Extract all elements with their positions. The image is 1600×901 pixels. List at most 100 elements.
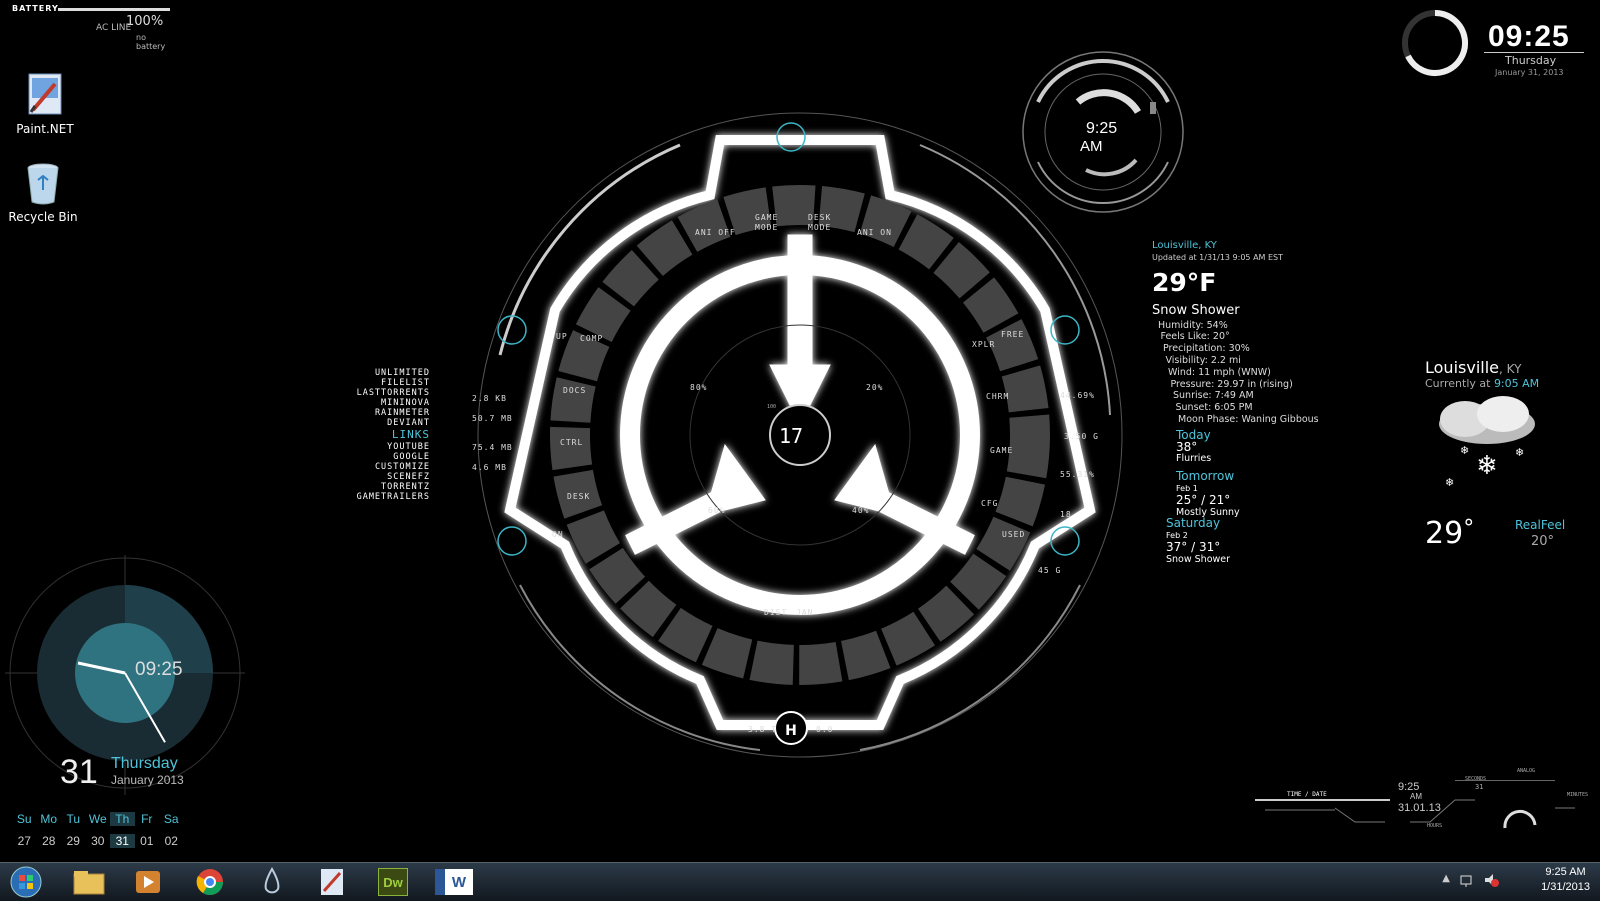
link-unlimited[interactable]: UNLIMITED xyxy=(357,368,430,378)
lou-deg: ° xyxy=(1463,516,1475,541)
today-cond: Flurries xyxy=(1176,453,1212,465)
chrm-button[interactable] xyxy=(982,387,1022,409)
svg-text:UP: UP xyxy=(556,332,568,341)
calendar-day[interactable]: 02 xyxy=(159,834,184,848)
clock-date: January 31, 2013 xyxy=(1495,68,1564,77)
dreamweaver-icon[interactable]: Dw xyxy=(371,866,415,898)
svg-text:0.0: 0.0 xyxy=(816,725,833,734)
link-deviant[interactable]: DEVIANT xyxy=(357,418,430,428)
ctrl-button[interactable] xyxy=(555,433,595,455)
analog-month-year: January 2013 xyxy=(111,773,184,787)
td-minutes: MINUTES xyxy=(1567,792,1589,798)
calendar-day[interactable]: 27 xyxy=(12,834,37,848)
game-button[interactable] xyxy=(986,441,1026,463)
word-icon[interactable]: W xyxy=(432,866,476,898)
lou-state: , KY xyxy=(1499,362,1522,376)
link-google[interactable]: GOOGLE xyxy=(357,452,430,462)
calendar-day[interactable]: 01 xyxy=(135,834,160,848)
saturday-cond: Snow Shower xyxy=(1166,553,1231,565)
comp-button[interactable] xyxy=(575,327,615,349)
link-filelist[interactable]: FILELIST xyxy=(357,378,430,388)
svg-text:75.4 MB: 75.4 MB xyxy=(472,443,513,452)
link-mininova[interactable]: MININOVA xyxy=(357,398,430,408)
svg-text:17: 17 xyxy=(779,424,803,448)
xplr-button[interactable] xyxy=(968,335,1008,357)
svg-text:44.69%: 44.69% xyxy=(1060,391,1095,400)
desktop-icon-recycle-bin[interactable]: Recycle Bin xyxy=(3,160,83,224)
link-lasttorrents[interactable]: LASTTORRENTS xyxy=(357,388,430,398)
svg-text:40%: 40% xyxy=(852,506,869,515)
td-date: 31.01.13 xyxy=(1398,802,1441,814)
clock-day: Thursday xyxy=(1505,54,1557,67)
weather-condition: Snow Shower xyxy=(1152,302,1240,318)
weather-row: Wind: 11 mph (WNW) xyxy=(1168,366,1271,378)
rainmeter-icon[interactable] xyxy=(250,866,294,898)
today-label: Today xyxy=(1176,427,1211,442)
ani-on-button[interactable] xyxy=(852,220,900,242)
hud-launcher: ANI OFF GAME MODE DESK MODE ANI ON UP COMP… xyxy=(460,85,1140,785)
svg-text:JAN: JAN xyxy=(796,608,813,617)
explorer-icon[interactable] xyxy=(67,866,111,898)
realfeel-label: RealFeel xyxy=(1515,518,1566,532)
top-right-clock: 09:25 Thursday January 31, 2013 xyxy=(1400,8,1590,83)
calendar-day[interactable]: 29 xyxy=(61,834,86,848)
analog-clock-time: 09:25 xyxy=(135,659,183,680)
calendar-day[interactable]: 30 xyxy=(86,834,111,848)
desktop-icon-paintnet[interactable]: Paint.NET xyxy=(5,72,85,136)
weather-row: Feels Like: 20° xyxy=(1160,331,1230,343)
td-sec-val: 31 xyxy=(1475,783,1484,791)
lou-currently-time: 9:05 AM xyxy=(1493,377,1540,390)
link-rainmeter[interactable]: RAINMETER xyxy=(357,408,430,418)
ani-off-button[interactable] xyxy=(688,220,736,242)
weather-row: Precipitation: 30% xyxy=(1163,343,1250,355)
calendar-header: We xyxy=(88,812,107,826)
calendar-day[interactable]: 31 xyxy=(110,834,135,848)
cfg-button[interactable] xyxy=(976,494,1016,516)
link-gametrailers[interactable]: GAMETRAILERS xyxy=(357,492,430,502)
battery-bar xyxy=(58,8,170,11)
svg-text:100: 100 xyxy=(767,404,776,410)
calendar-header: Sa xyxy=(163,812,179,826)
weather-row: Pressure: 29.97 in (rising) xyxy=(1170,378,1293,390)
time-date-label: TIME / DATE xyxy=(1287,791,1327,798)
tray-clock[interactable]: 9:25 AM 1/31/2013 xyxy=(1541,865,1590,895)
tomorrow-temp: 25° / 21° xyxy=(1176,492,1231,507)
analog-day-name: Thursday xyxy=(111,755,178,772)
analog-day-num: 31 xyxy=(60,753,98,791)
game-mode-button[interactable] xyxy=(750,207,794,237)
svg-text:18: 18 xyxy=(1060,510,1072,519)
media-player-icon[interactable] xyxy=(126,866,170,898)
recycle-bin-icon xyxy=(23,160,63,206)
calendar-header: Fr xyxy=(141,812,153,826)
docs-button[interactable] xyxy=(558,381,598,403)
weather-row: Visibility: 2.2 mi xyxy=(1165,354,1241,366)
link-torrentz[interactable]: TORRENTZ xyxy=(357,482,430,492)
link-customize[interactable]: CUSTOMIZE xyxy=(357,462,430,472)
tomorrow-label: Tomorrow xyxy=(1176,469,1235,484)
links-list: UNLIMITED FILELIST LASTTORRENTS MININOVA RAI… xyxy=(357,368,430,502)
calendar-header: Tu xyxy=(66,812,81,826)
tray-expand-icon[interactable]: ▲ xyxy=(1442,873,1450,884)
link-youtube[interactable]: YOUTUBE xyxy=(357,442,430,452)
td-hours: HOURS xyxy=(1427,823,1443,829)
battery-status: no battery xyxy=(136,33,166,51)
paintnet-icon[interactable] xyxy=(310,866,354,898)
volume-muted-icon[interactable] xyxy=(1483,872,1499,892)
svg-text:2.8 KB: 2.8 KB xyxy=(472,394,507,403)
lou-temp: 29 xyxy=(1425,516,1464,551)
tray-date: 1/31/2013 xyxy=(1541,881,1590,893)
td-seconds: SECONDS xyxy=(1465,776,1487,782)
svg-text:50.7 MB: 50.7 MB xyxy=(472,414,513,423)
start-orb-icon[interactable] xyxy=(4,866,48,898)
svg-text:3.50 G: 3.50 G xyxy=(1064,432,1099,441)
saturday-temp: 37° / 31° xyxy=(1166,539,1221,554)
word-label: W xyxy=(435,869,473,895)
calendar-day[interactable]: 28 xyxy=(37,834,62,848)
link-scenefz[interactable]: SCENEFZ xyxy=(357,472,430,482)
desk-button[interactable] xyxy=(562,487,602,509)
svg-text:80%: 80% xyxy=(690,383,707,392)
desk-mode-button[interactable] xyxy=(804,207,848,237)
chrome-icon[interactable] xyxy=(188,866,232,898)
saturday-label: Saturday xyxy=(1166,516,1221,531)
network-icon[interactable] xyxy=(1459,872,1475,892)
